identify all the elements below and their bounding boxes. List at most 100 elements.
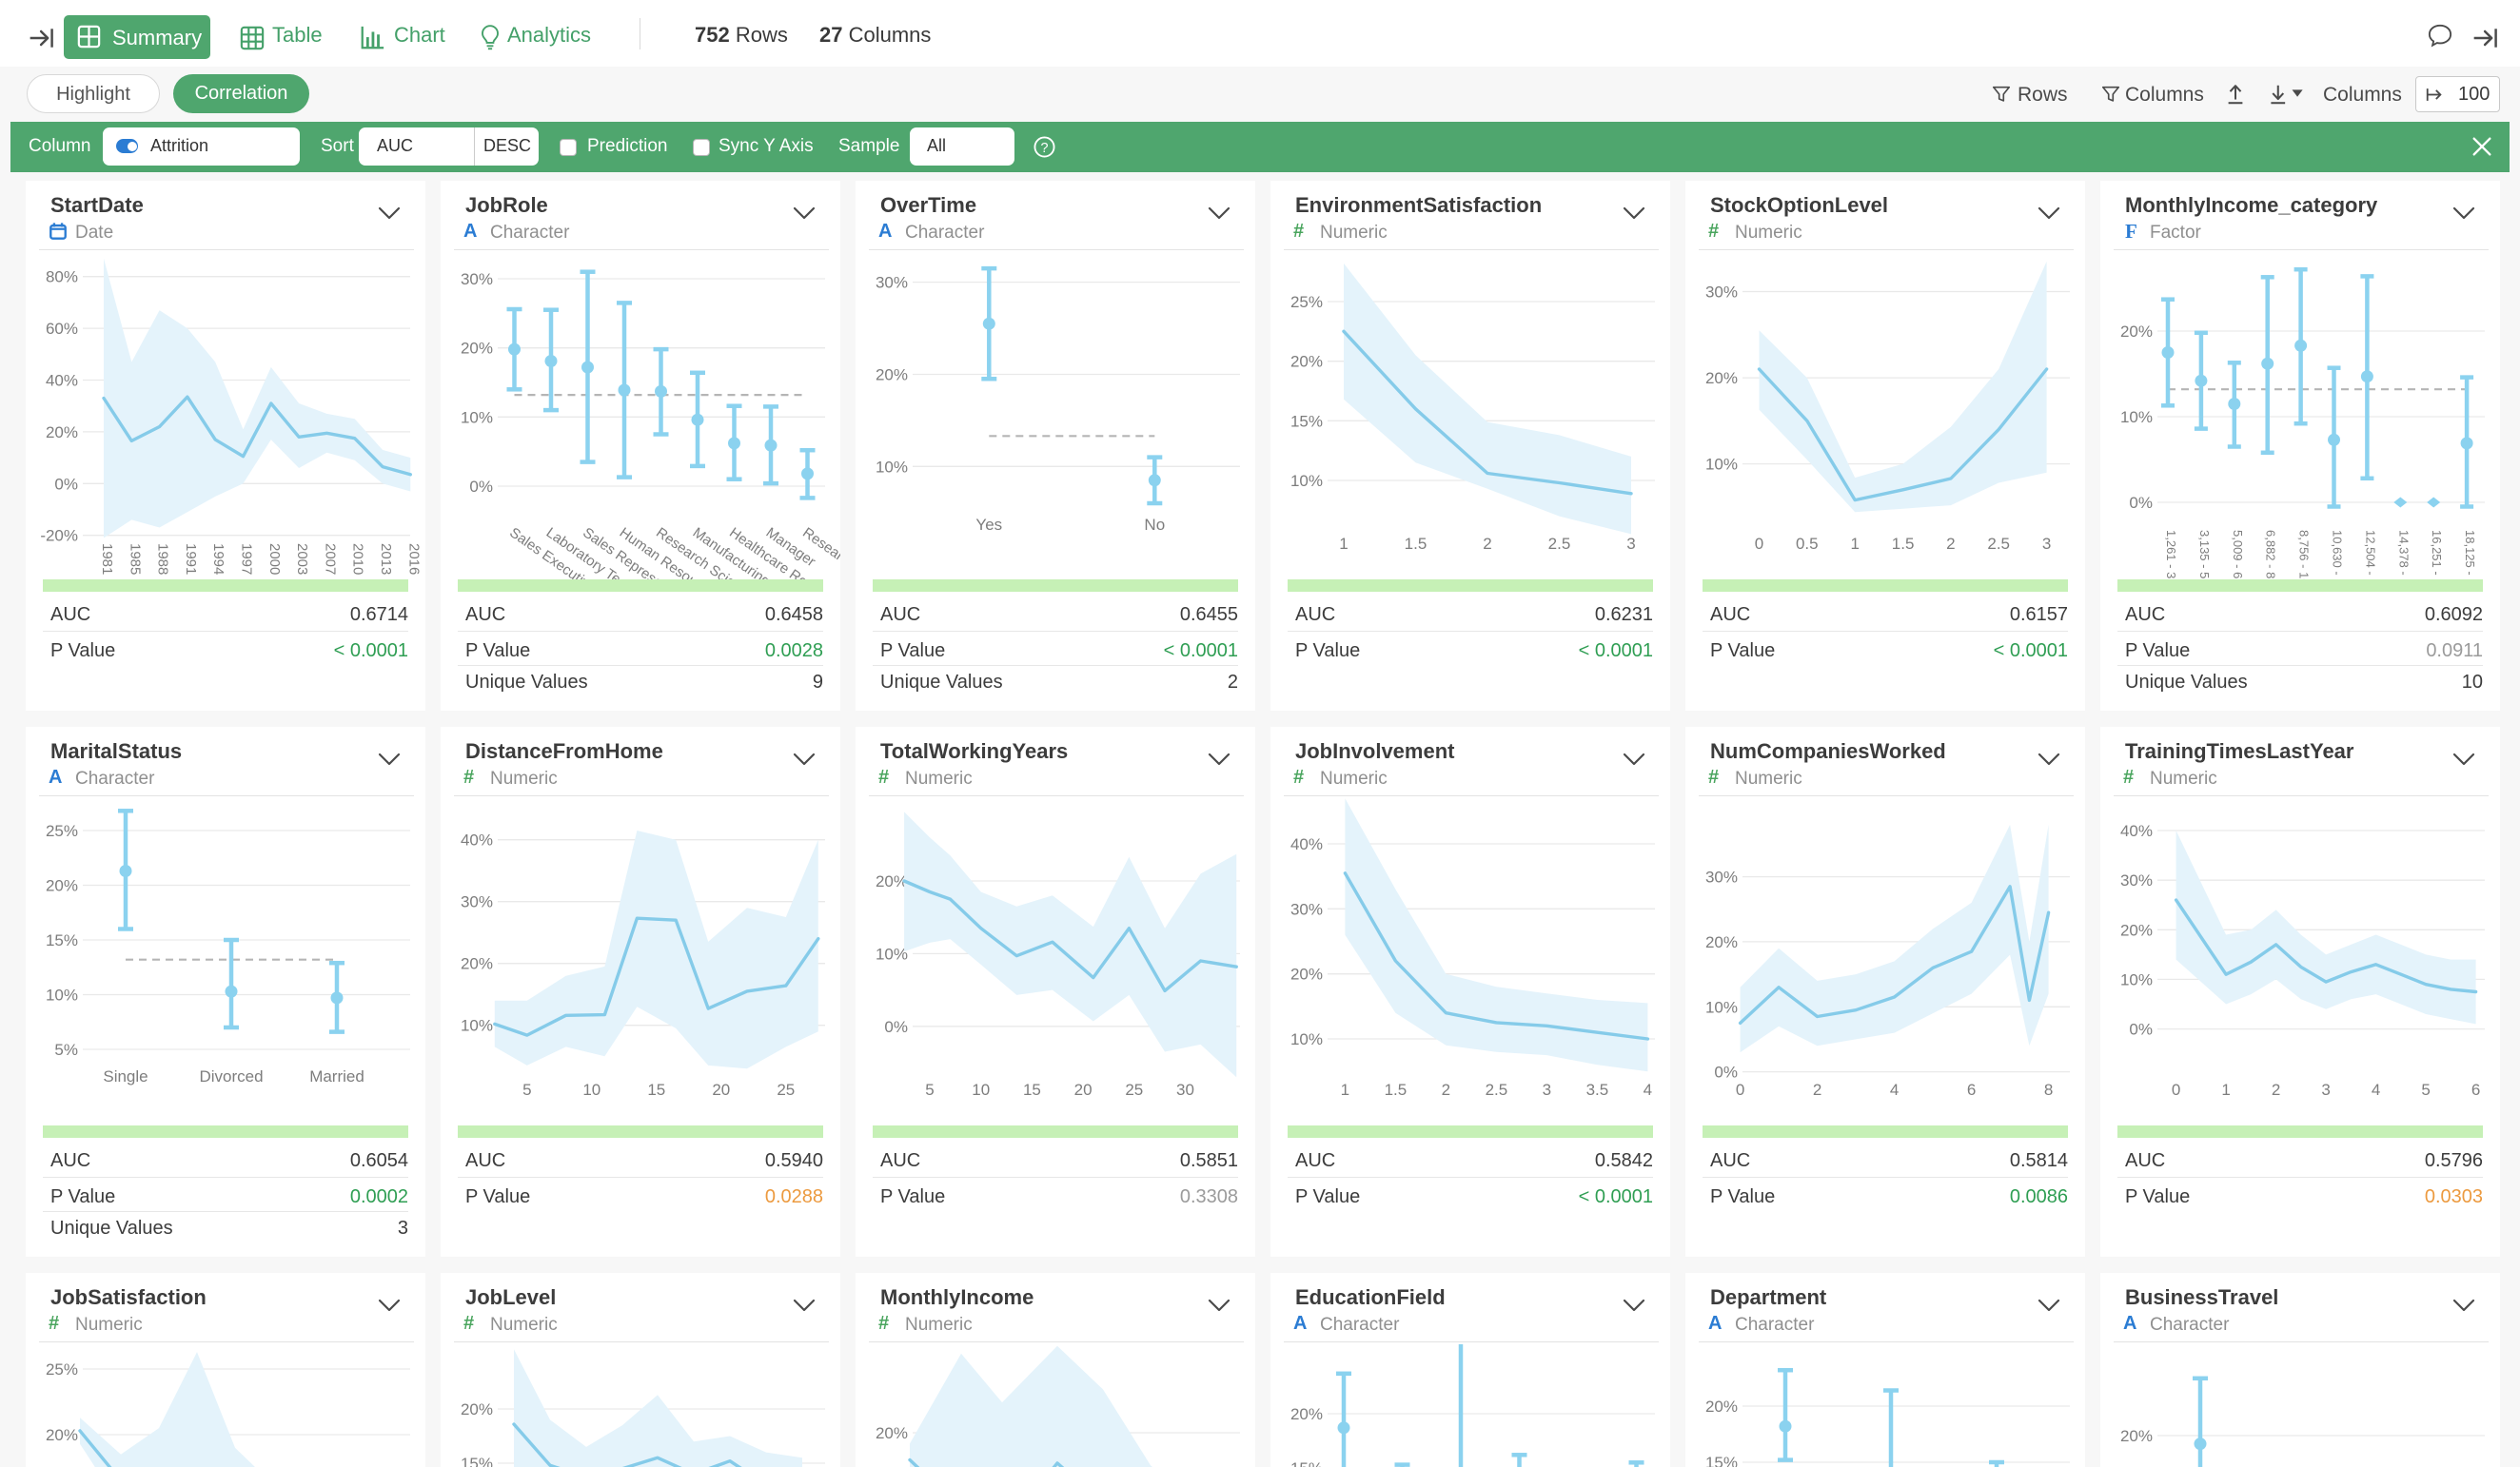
svg-text:4: 4 [1890,1081,1899,1099]
svg-text:5: 5 [522,1081,531,1099]
svg-text:0: 0 [1755,535,1763,553]
svg-text:10%: 10% [2120,408,2153,426]
svg-text:0%: 0% [54,475,78,493]
svg-text:2000: 2000 [266,543,283,575]
svg-text:20%: 20% [1290,1405,1323,1423]
svg-text:18,125 - 19,999: 18,125 - 19,999 [2463,530,2477,579]
svg-text:30%: 30% [1705,284,1738,302]
svg-text:20: 20 [1074,1081,1093,1099]
svg-text:14,378 - 16,250: 14,378 - 16,250 [2396,530,2411,579]
svg-text:1,261 - 3,134: 1,261 - 3,134 [2164,530,2178,579]
svg-text:10%: 10% [461,408,493,426]
svg-text:15: 15 [1023,1081,1041,1099]
svg-text:15%: 15% [1290,412,1323,430]
svg-text:0%: 0% [469,478,493,496]
svg-text:3: 3 [1543,1081,1551,1099]
svg-text:No: No [1144,516,1165,534]
svg-text:2.5: 2.5 [1486,1081,1508,1099]
svg-text:20%: 20% [46,1426,78,1444]
svg-text:1.5: 1.5 [1385,1081,1408,1099]
svg-text:30: 30 [1176,1081,1194,1099]
svg-text:?: ? [1041,141,1049,156]
svg-text:6: 6 [1967,1081,1976,1099]
svg-text:10%: 10% [1290,472,1323,490]
svg-text:4: 4 [1644,1081,1652,1099]
svg-text:10%: 10% [1290,1030,1323,1048]
svg-text:30%: 30% [1705,869,1738,887]
svg-text:2: 2 [1442,1081,1450,1099]
svg-text:1988: 1988 [155,543,171,575]
svg-text:2003: 2003 [294,543,310,575]
svg-text:30%: 30% [461,270,493,288]
svg-text:15%: 15% [1290,1459,1323,1467]
svg-text:15%: 15% [461,1455,493,1467]
svg-text:1.5: 1.5 [1405,535,1427,553]
svg-text:20%: 20% [1290,353,1323,371]
svg-text:15%: 15% [46,931,78,949]
svg-text:10%: 10% [2120,970,2153,988]
svg-text:10%: 10% [1705,456,1738,474]
svg-text:25: 25 [777,1081,795,1099]
svg-text:20%: 20% [461,340,493,358]
svg-text:20%: 20% [461,1400,493,1418]
svg-text:25%: 25% [1290,293,1323,311]
svg-text:20%: 20% [1705,1398,1738,1416]
svg-text:30%: 30% [2120,871,2153,890]
svg-text:40%: 40% [461,831,493,850]
svg-text:6: 6 [2471,1081,2480,1099]
svg-text:30%: 30% [876,274,908,292]
svg-text:8,756 - 10,629: 8,756 - 10,629 [2297,530,2312,579]
svg-text:2.5: 2.5 [1987,535,2010,553]
svg-text:2.5: 2.5 [1548,535,1571,553]
svg-text:5%: 5% [54,1041,78,1059]
svg-text:2: 2 [1483,535,1491,553]
svg-text:5: 5 [925,1081,934,1099]
svg-text:30%: 30% [461,893,493,911]
svg-text:20%: 20% [2120,1427,2153,1445]
svg-text:1985: 1985 [127,543,143,575]
svg-text:80%: 80% [46,268,78,286]
svg-text:20%: 20% [46,877,78,895]
svg-text:3: 3 [2042,535,2051,553]
svg-text:0.5: 0.5 [1796,535,1819,553]
svg-text:10%: 10% [876,458,908,476]
svg-text:20: 20 [712,1081,730,1099]
svg-text:40%: 40% [2120,822,2153,840]
svg-text:60%: 60% [46,320,78,338]
svg-text:20%: 20% [2120,323,2153,341]
svg-text:40%: 40% [46,372,78,390]
svg-text:-20%: -20% [40,527,78,545]
svg-text:4: 4 [2372,1081,2380,1099]
svg-text:3: 3 [1626,535,1635,553]
svg-text:3,135 - 5,008: 3,135 - 5,008 [2197,530,2212,579]
svg-text:2: 2 [2272,1081,2280,1099]
svg-text:25%: 25% [46,822,78,840]
svg-text:20%: 20% [876,366,908,384]
svg-text:0%: 0% [1714,1064,1738,1082]
svg-text:40%: 40% [1290,835,1323,853]
svg-text:2010: 2010 [350,543,366,575]
svg-text:25: 25 [1125,1081,1143,1099]
svg-text:1981: 1981 [99,543,115,575]
svg-text:20%: 20% [1705,369,1738,387]
svg-text:Single: Single [103,1067,148,1086]
svg-text:20%: 20% [1705,933,1738,951]
svg-text:0: 0 [2172,1081,2180,1099]
svg-text:20%: 20% [2120,921,2153,939]
svg-text:15: 15 [647,1081,665,1099]
svg-text:3: 3 [2321,1081,2330,1099]
svg-text:10%: 10% [876,945,908,963]
svg-text:1: 1 [1341,1081,1349,1099]
svg-text:2: 2 [1813,1081,1821,1099]
svg-text:20%: 20% [461,955,493,973]
svg-text:Married: Married [309,1067,364,1086]
svg-text:6,882 - 8,755: 6,882 - 8,755 [2264,530,2278,579]
svg-text:2016: 2016 [405,543,422,575]
svg-text:20%: 20% [876,1424,908,1442]
svg-text:10: 10 [582,1081,600,1099]
svg-text:10%: 10% [1705,998,1738,1016]
svg-text:10%: 10% [461,1017,493,1035]
svg-text:0%: 0% [2129,1021,2153,1039]
svg-text:2013: 2013 [378,543,394,575]
svg-text:1.5: 1.5 [1892,535,1915,553]
